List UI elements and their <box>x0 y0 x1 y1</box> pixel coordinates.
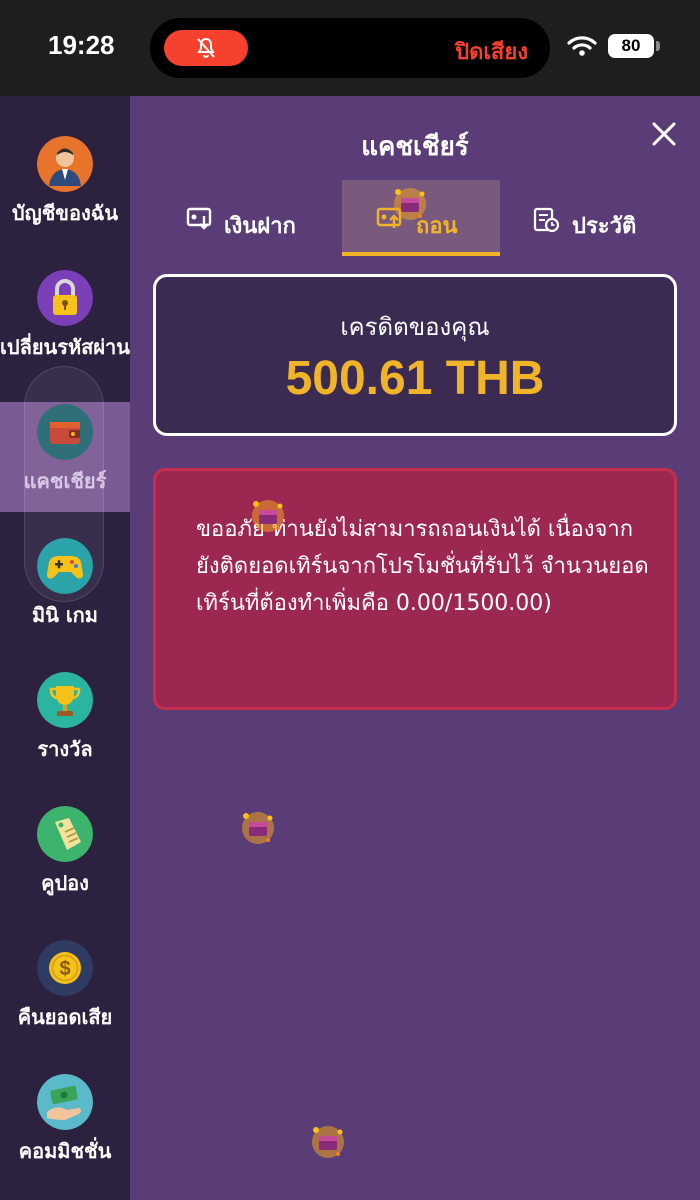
padlock-icon <box>37 270 93 326</box>
sparkle-chest-icon <box>394 188 426 220</box>
battery-tip <box>656 41 660 51</box>
history-icon <box>533 207 560 233</box>
sidebar-item-mini-game[interactable]: มินิ เกม <box>0 538 130 668</box>
sparkle-chest-icon <box>312 1126 344 1158</box>
trophy-icon <box>37 672 93 728</box>
mute-indicator <box>164 30 248 66</box>
battery-indicator: 80 <box>608 34 654 58</box>
sparkle-chest-icon <box>242 812 274 844</box>
sidebar-item-label: คอมมิชชั่น <box>18 1139 112 1163</box>
sidebar-item-change-password[interactable]: เปลี่ยนรหัสผ่าน <box>0 270 130 400</box>
sidebar-item-cashier[interactable]: แคชเชียร์ <box>0 404 130 534</box>
credit-amount: 500.61 THB <box>285 352 545 405</box>
status-time: 19:28 <box>48 30 115 60</box>
mute-text: ปิดเสียง <box>455 40 528 65</box>
withdraw-alert: ขออภัย ท่านยังไม่สามารถถอนเงินได้ เนื่อง… <box>153 468 677 710</box>
tab-deposit[interactable]: เงินฝาก <box>170 180 340 256</box>
gamepad-icon <box>37 538 93 594</box>
page-title: แคชเชียร์ <box>361 132 469 162</box>
sidebar-item-label: เปลี่ยนรหัสผ่าน <box>0 335 130 359</box>
sparkle-chest-icon <box>252 500 284 532</box>
wifi-icon <box>567 36 597 56</box>
sidebar: บัญชีของฉัน เปลี่ยนรหัสผ่าน แคชเชียร์ มิ… <box>0 96 146 1200</box>
sidebar-item-rewards[interactable]: รางวัล <box>0 672 130 802</box>
sidebar-item-label: มินิ เกม <box>32 603 98 627</box>
tab-label: ประวัติ <box>572 214 637 239</box>
user-avatar-icon <box>37 136 93 192</box>
sidebar-item-my-account[interactable]: บัญชีของฉัน <box>0 136 130 266</box>
cashier-panel: แคชเชียร์ เงินฝาก ถอน ประวัติ เครดิตของค… <box>130 96 700 1200</box>
credit-card: เครดิตของคุณ 500.61 THB <box>153 274 677 436</box>
close-icon[interactable] <box>648 118 680 150</box>
tab-label: เงินฝาก <box>224 214 296 239</box>
dynamic-island: ปิดเสียง <box>150 18 550 78</box>
sidebar-item-label: คืนยอดเสีย <box>17 1005 113 1029</box>
sidebar-item-label: รางวัล <box>37 737 93 761</box>
sidebar-item-label: คูปอง <box>41 871 89 895</box>
sidebar-item-commission[interactable]: คอมมิชชั่น <box>0 1074 130 1200</box>
dollar-coin-icon: $ <box>37 940 93 996</box>
credit-label: เครดิตของคุณ <box>340 313 490 341</box>
coupon-tag-icon <box>37 806 93 862</box>
wallet-icon <box>37 404 93 460</box>
sidebar-item-label: บัญชีของฉัน <box>11 201 119 225</box>
tab-history[interactable]: ประวัติ <box>520 180 690 256</box>
sidebar-item-label: แคชเชียร์ <box>23 469 107 493</box>
sidebar-item-cashback[interactable]: $ คืนยอดเสีย <box>0 940 130 1070</box>
deposit-icon <box>186 207 212 230</box>
svg-text:$: $ <box>59 958 70 980</box>
money-hand-icon <box>37 1074 93 1130</box>
bell-slash-icon <box>197 37 215 58</box>
status-bar: 19:28 ปิดเสียง 80 <box>0 0 700 96</box>
sidebar-item-coupon[interactable]: คูปอง <box>0 806 130 936</box>
